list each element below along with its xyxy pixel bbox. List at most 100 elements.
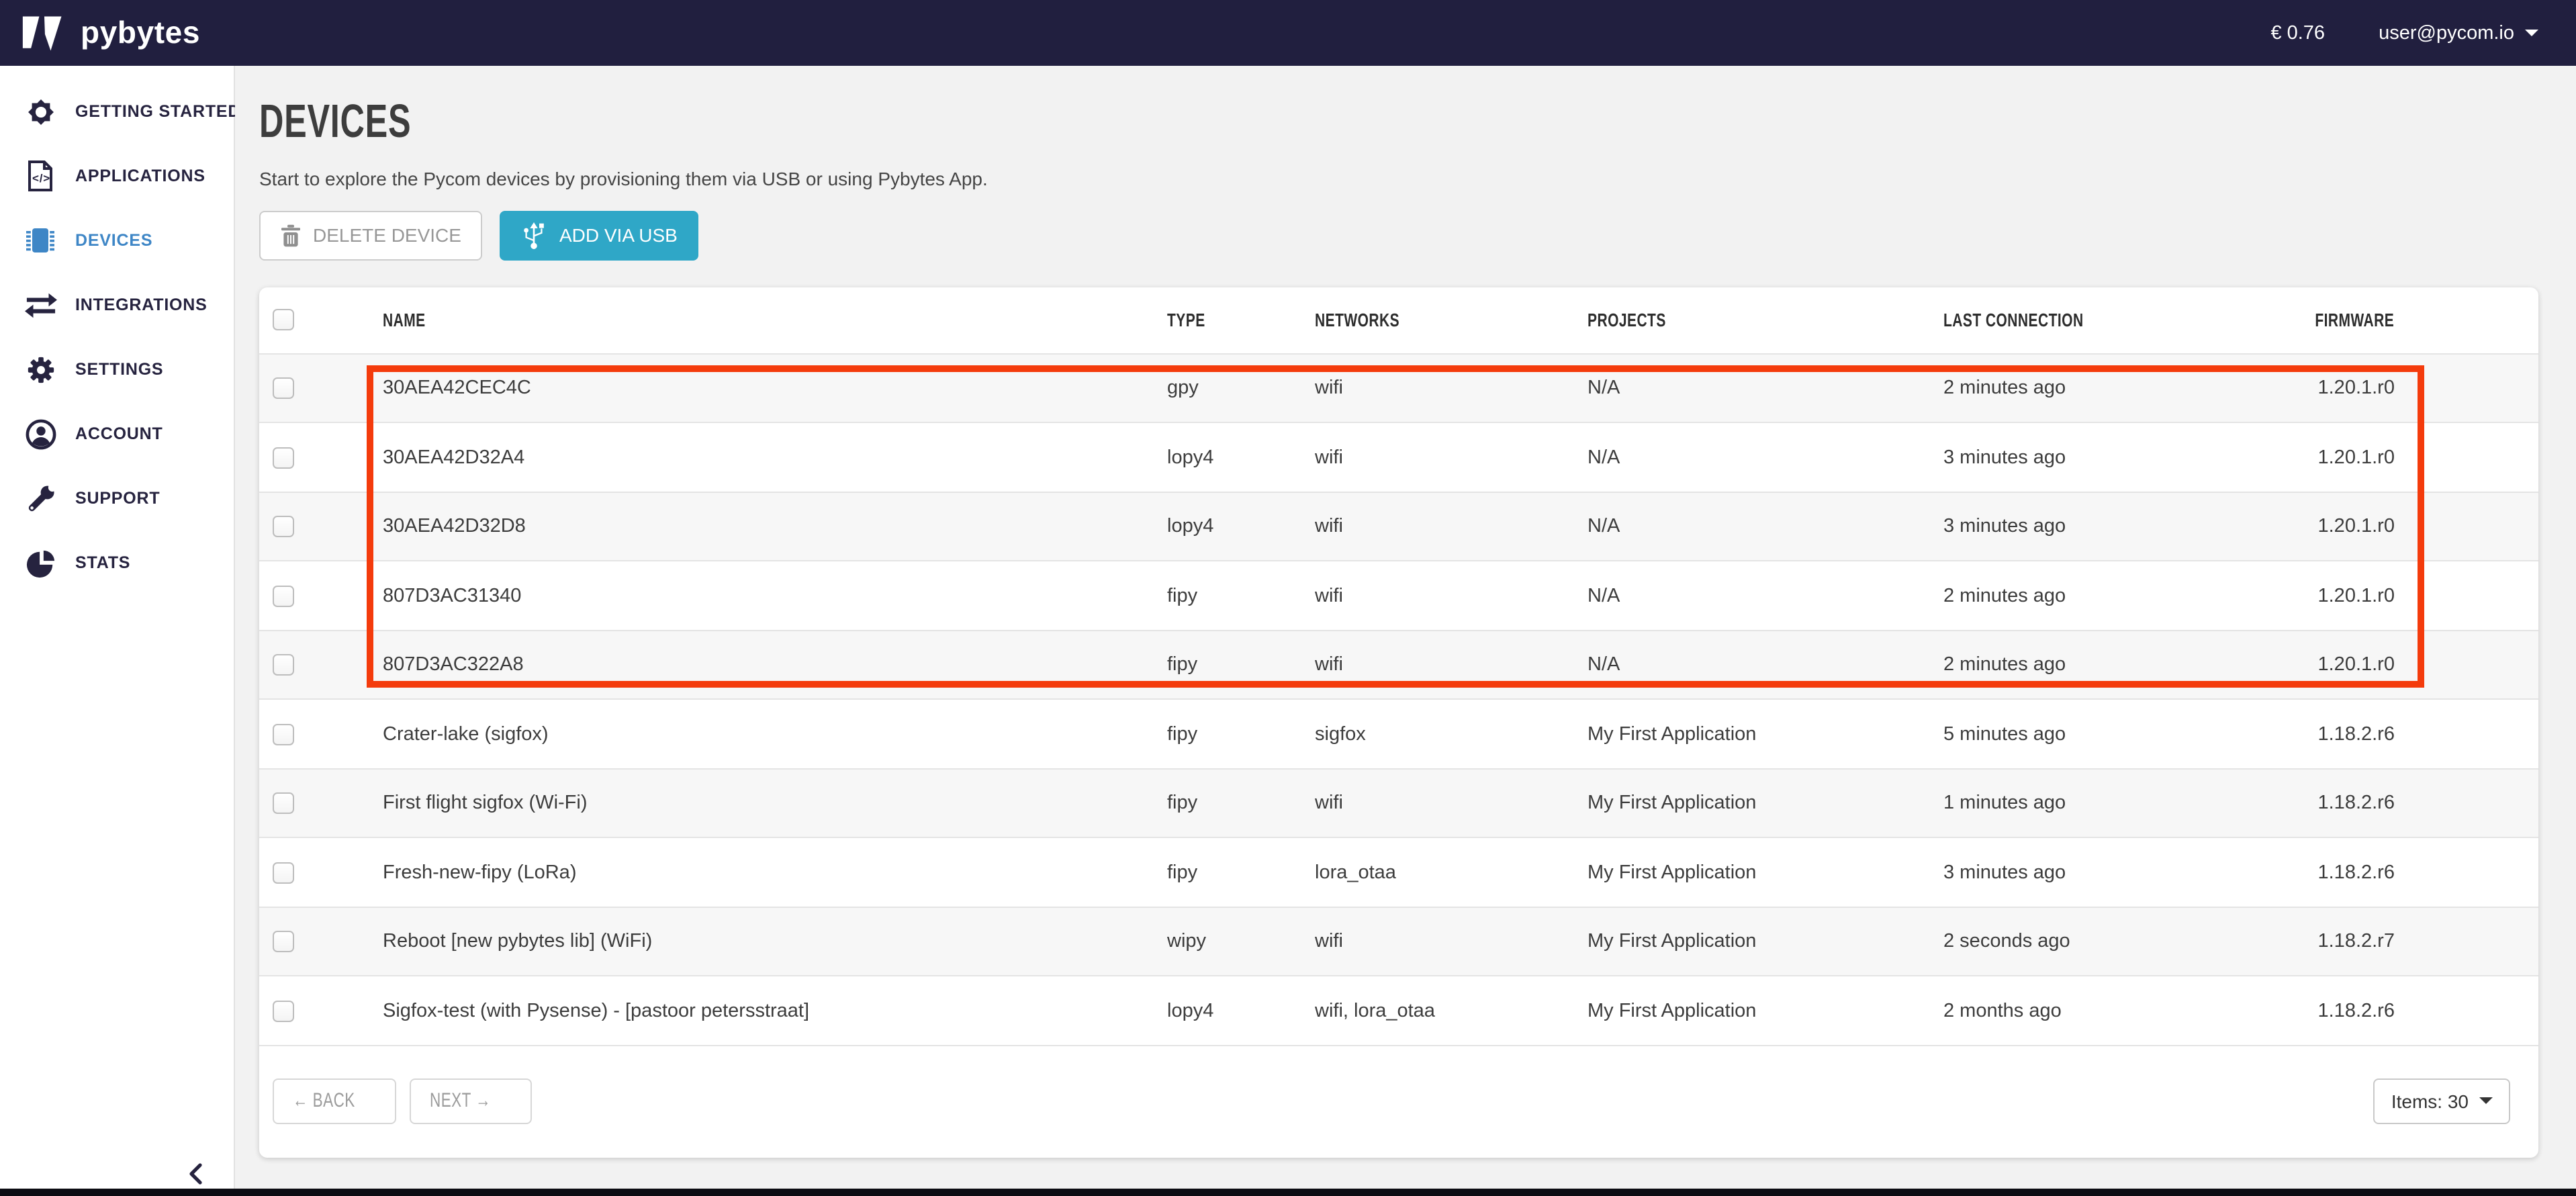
- table-row[interactable]: 807D3AC322A8 fipy wifi N/A 2 minutes ago…: [259, 630, 2538, 699]
- row-checkbox[interactable]: [273, 516, 294, 537]
- user-menu[interactable]: user@pycom.io: [2379, 22, 2538, 44]
- sidebar: GETTING STARTED </> APPLICATIONS DEVICES: [0, 66, 235, 1196]
- user-email: user@pycom.io: [2379, 22, 2514, 44]
- device-firmware: 1.18.2.r6: [2274, 1000, 2395, 1021]
- device-type: lopy4: [1167, 516, 1315, 537]
- device-name: 30AEA42CEC4C: [360, 377, 1167, 399]
- table-row[interactable]: Reboot [new pybytes lib] (WiFi) wipy wif…: [259, 907, 2538, 976]
- device-last-connection: 2 seconds ago: [1943, 931, 2274, 952]
- sidebar-item-account[interactable]: ACCOUNT: [0, 402, 234, 466]
- table-header-row: NAME TYPE NETWORKS PROJECTS LAST CONNECT…: [259, 287, 2538, 353]
- device-name: 30AEA42D32A4: [360, 447, 1167, 468]
- sidebar-collapse-button[interactable]: [185, 1161, 207, 1185]
- app-window: pybytes € 0.76 user@pycom.io GETTING STA…: [0, 0, 2576, 1196]
- row-checkbox[interactable]: [273, 723, 294, 745]
- device-name: 30AEA42D32D8: [360, 516, 1167, 537]
- column-header-last-connection[interactable]: LAST CONNECTION: [1943, 310, 2084, 331]
- device-type: fipy: [1167, 862, 1315, 883]
- device-networks: lora_otaa: [1315, 862, 1588, 883]
- page-title: DEVICES: [259, 98, 2538, 148]
- table-row[interactable]: Fresh-new-fipy (LoRa) fipy lora_otaa My …: [259, 837, 2538, 907]
- next-button[interactable]: NEXT →: [410, 1078, 531, 1124]
- table-row[interactable]: 807D3AC31340 fipy wifi N/A 2 minutes ago…: [259, 561, 2538, 630]
- table-row[interactable]: Crater-lake (sigfox) fipy sigfox My Firs…: [259, 699, 2538, 768]
- sidebar-item-label: SETTINGS: [75, 360, 163, 379]
- row-checkbox[interactable]: [273, 1000, 294, 1021]
- device-projects: My First Application: [1588, 862, 1943, 883]
- column-header-firmware[interactable]: FIRMWARE: [2315, 310, 2395, 331]
- column-header-name[interactable]: NAME: [383, 310, 426, 331]
- device-projects: N/A: [1588, 447, 1943, 468]
- device-networks: wifi: [1315, 792, 1588, 814]
- device-name: First flight sigfox (Wi-Fi): [360, 792, 1167, 814]
- gear-icon: [23, 354, 58, 385]
- device-projects: N/A: [1588, 516, 1943, 537]
- device-firmware: 1.18.2.r7: [2274, 931, 2395, 952]
- device-last-connection: 2 minutes ago: [1943, 585, 2274, 606]
- device-name: 807D3AC31340: [360, 585, 1167, 606]
- device-projects: My First Application: [1588, 1000, 1943, 1021]
- sidebar-item-support[interactable]: SUPPORT: [0, 466, 234, 531]
- row-checkbox[interactable]: [273, 862, 294, 883]
- device-projects: N/A: [1588, 377, 1943, 399]
- sidebar-item-label: APPLICATIONS: [75, 167, 205, 185]
- device-firmware: 1.18.2.r6: [2274, 792, 2395, 814]
- sidebar-item-label: INTEGRATIONS: [75, 295, 208, 314]
- sidebar-item-label: GETTING STARTED: [75, 102, 240, 121]
- trash-icon: [281, 224, 301, 247]
- delete-device-button[interactable]: DELETE DEVICE: [259, 211, 483, 261]
- sidebar-item-label: DEVICES: [75, 231, 152, 250]
- device-type: fipy: [1167, 585, 1315, 606]
- devices-table: NAME TYPE NETWORKS PROJECTS LAST CONNECT…: [259, 287, 2538, 1158]
- main-content: DEVICES Start to explore the Pycom devic…: [235, 66, 2576, 1196]
- sidebar-item-getting-started[interactable]: GETTING STARTED: [0, 79, 234, 144]
- row-checkbox[interactable]: [273, 792, 294, 814]
- device-firmware: 1.20.1.r0: [2274, 585, 2395, 606]
- device-projects: My First Application: [1588, 792, 1943, 814]
- select-all-checkbox[interactable]: [273, 310, 294, 331]
- device-last-connection: 3 minutes ago: [1943, 447, 2274, 468]
- exchange-arrows-icon: [23, 289, 58, 320]
- device-name: 807D3AC322A8: [360, 654, 1167, 676]
- pie-chart-icon: [23, 547, 58, 578]
- column-header-type[interactable]: TYPE: [1167, 310, 1205, 331]
- device-networks: sigfox: [1315, 723, 1588, 745]
- row-checkbox[interactable]: [273, 654, 294, 676]
- row-checkbox[interactable]: [273, 931, 294, 952]
- sidebar-item-applications[interactable]: </> APPLICATIONS: [0, 144, 234, 208]
- device-firmware: 1.20.1.r0: [2274, 447, 2395, 468]
- wrench-icon: [23, 483, 58, 514]
- device-last-connection: 2 minutes ago: [1943, 654, 2274, 676]
- caret-down-icon: [2525, 30, 2538, 36]
- table-row[interactable]: 30AEA42D32D8 lopy4 wifi N/A 3 minutes ag…: [259, 492, 2538, 561]
- sidebar-item-stats[interactable]: STATS: [0, 531, 234, 595]
- topbar: pybytes € 0.76 user@pycom.io: [0, 0, 2576, 66]
- device-networks: wifi: [1315, 516, 1588, 537]
- pybytes-logo[interactable]: pybytes: [21, 15, 200, 51]
- row-checkbox[interactable]: [273, 377, 294, 399]
- sidebar-item-label: SUPPORT: [75, 489, 160, 508]
- back-button[interactable]: ← BACK: [273, 1078, 396, 1124]
- items-per-page-dropdown[interactable]: Items: 30: [2374, 1078, 2510, 1124]
- table-row[interactable]: 30AEA42CEC4C gpy wifi N/A 2 minutes ago …: [259, 353, 2538, 422]
- sidebar-item-devices[interactable]: DEVICES: [0, 208, 234, 273]
- device-networks: wifi: [1315, 585, 1588, 606]
- table-row[interactable]: Sigfox-test (with Pysense) - [pastoor pe…: [259, 976, 2538, 1045]
- device-type: fipy: [1167, 654, 1315, 676]
- device-name: Sigfox-test (with Pysense) - [pastoor pe…: [360, 1000, 1167, 1021]
- table-row[interactable]: First flight sigfox (Wi-Fi) fipy wifi My…: [259, 768, 2538, 837]
- sidebar-item-integrations[interactable]: INTEGRATIONS: [0, 273, 234, 337]
- column-header-networks[interactable]: NETWORKS: [1315, 310, 1399, 331]
- row-checkbox[interactable]: [273, 447, 294, 468]
- column-header-projects[interactable]: PROJECTS: [1588, 310, 1666, 331]
- device-firmware: 1.18.2.r6: [2274, 723, 2395, 745]
- device-name: Fresh-new-fipy (LoRa): [360, 862, 1167, 883]
- sidebar-item-label: ACCOUNT: [75, 424, 163, 443]
- add-via-usb-button[interactable]: ADD VIA USB: [500, 211, 699, 261]
- svg-text:</>: </>: [32, 172, 50, 185]
- table-row[interactable]: 30AEA42D32A4 lopy4 wifi N/A 3 minutes ag…: [259, 422, 2538, 492]
- device-type: gpy: [1167, 377, 1315, 399]
- device-networks: wifi: [1315, 654, 1588, 676]
- sidebar-item-settings[interactable]: SETTINGS: [0, 337, 234, 402]
- row-checkbox[interactable]: [273, 585, 294, 606]
